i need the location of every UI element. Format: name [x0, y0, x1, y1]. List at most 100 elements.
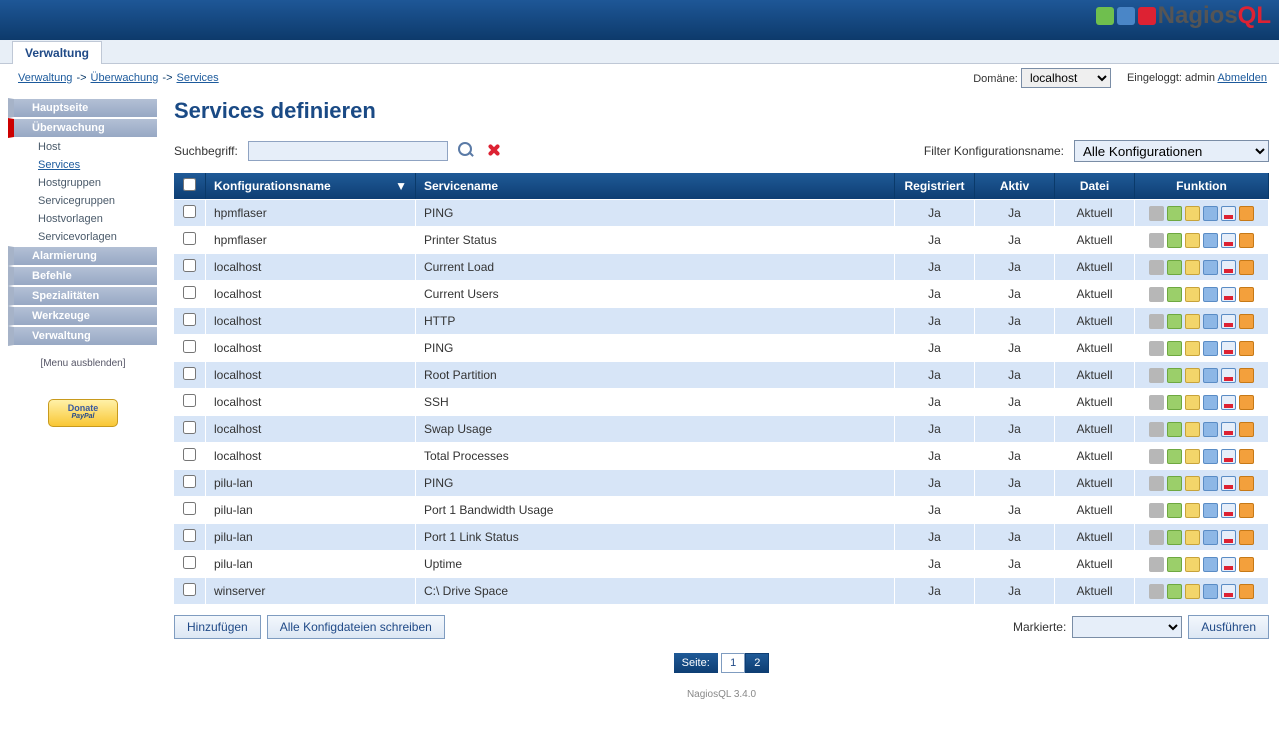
col-file[interactable]: Datei: [1055, 173, 1135, 199]
row-checkbox[interactable]: [183, 502, 196, 515]
copy-icon[interactable]: [1167, 233, 1182, 248]
edit-icon[interactable]: [1149, 584, 1164, 599]
cell-config[interactable]: pilu-lan: [206, 551, 416, 577]
cell-config[interactable]: localhost: [206, 335, 416, 361]
download-icon[interactable]: [1203, 233, 1218, 248]
cell-service[interactable]: Port 1 Link Status: [416, 524, 895, 550]
copy-icon[interactable]: [1167, 449, 1182, 464]
cell-config[interactable]: localhost: [206, 362, 416, 388]
save-icon[interactable]: [1221, 557, 1236, 572]
cell-service[interactable]: C:\ Drive Space: [416, 578, 895, 604]
cell-service[interactable]: PING: [416, 335, 895, 361]
save-icon[interactable]: [1221, 206, 1236, 221]
edit-icon[interactable]: [1149, 422, 1164, 437]
download-icon[interactable]: [1203, 260, 1218, 275]
sidebar-group[interactable]: Spezialitäten: [8, 286, 158, 306]
info-icon[interactable]: [1239, 314, 1254, 329]
filter-config-select[interactable]: Alle Konfigurationen: [1074, 140, 1269, 162]
crumb-1[interactable]: Überwachung: [91, 72, 159, 84]
schedule-icon[interactable]: [1185, 476, 1200, 491]
execute-button[interactable]: Ausführen: [1188, 615, 1269, 639]
cell-config[interactable]: localhost: [206, 308, 416, 334]
info-icon[interactable]: [1239, 449, 1254, 464]
search-input[interactable]: [248, 141, 448, 161]
schedule-icon[interactable]: [1185, 206, 1200, 221]
cell-service[interactable]: SSH: [416, 389, 895, 415]
cell-service[interactable]: Uptime: [416, 551, 895, 577]
cell-config[interactable]: pilu-lan: [206, 524, 416, 550]
save-icon[interactable]: [1221, 287, 1236, 302]
cell-config[interactable]: localhost: [206, 281, 416, 307]
save-icon[interactable]: [1221, 260, 1236, 275]
schedule-icon[interactable]: [1185, 530, 1200, 545]
sidebar-group[interactable]: Verwaltung: [8, 326, 158, 346]
schedule-icon[interactable]: [1185, 503, 1200, 518]
edit-icon[interactable]: [1149, 341, 1164, 356]
schedule-icon[interactable]: [1185, 557, 1200, 572]
edit-icon[interactable]: [1149, 503, 1164, 518]
row-checkbox[interactable]: [183, 340, 196, 353]
col-service[interactable]: Servicename: [416, 173, 895, 199]
page-1[interactable]: 1: [721, 653, 745, 673]
cell-config[interactable]: pilu-lan: [206, 470, 416, 496]
schedule-icon[interactable]: [1185, 341, 1200, 356]
save-icon[interactable]: [1221, 476, 1236, 491]
info-icon[interactable]: [1239, 341, 1254, 356]
sidebar-item[interactable]: Hostgruppen: [8, 174, 158, 192]
edit-icon[interactable]: [1149, 368, 1164, 383]
copy-icon[interactable]: [1167, 422, 1182, 437]
cell-service[interactable]: HTTP: [416, 308, 895, 334]
save-icon[interactable]: [1221, 584, 1236, 599]
row-checkbox[interactable]: [183, 205, 196, 218]
menu-hide-link[interactable]: [Menu ausblenden]: [8, 358, 158, 369]
save-icon[interactable]: [1221, 449, 1236, 464]
sidebar-item[interactable]: Host: [8, 138, 158, 156]
sidebar-item[interactable]: Services: [8, 156, 158, 174]
info-icon[interactable]: [1239, 368, 1254, 383]
cell-service[interactable]: Port 1 Bandwidth Usage: [416, 497, 895, 523]
info-icon[interactable]: [1239, 503, 1254, 518]
copy-icon[interactable]: [1167, 584, 1182, 599]
copy-icon[interactable]: [1167, 368, 1182, 383]
crumb-0[interactable]: Verwaltung: [18, 72, 72, 84]
cell-config[interactable]: hpmflaser: [206, 227, 416, 253]
row-checkbox[interactable]: [183, 583, 196, 596]
download-icon[interactable]: [1203, 368, 1218, 383]
tab-verwaltung[interactable]: Verwaltung: [12, 41, 102, 64]
save-icon[interactable]: [1221, 233, 1236, 248]
search-icon[interactable]: [458, 142, 476, 160]
cell-config[interactable]: localhost: [206, 389, 416, 415]
info-icon[interactable]: [1239, 530, 1254, 545]
write-all-button[interactable]: Alle Konfigdateien schreiben: [267, 615, 445, 639]
edit-icon[interactable]: [1149, 260, 1164, 275]
edit-icon[interactable]: [1149, 233, 1164, 248]
copy-icon[interactable]: [1167, 557, 1182, 572]
schedule-icon[interactable]: [1185, 584, 1200, 599]
sidebar-item[interactable]: Servicegruppen: [8, 192, 158, 210]
info-icon[interactable]: [1239, 260, 1254, 275]
download-icon[interactable]: [1203, 395, 1218, 410]
copy-icon[interactable]: [1167, 476, 1182, 491]
download-icon[interactable]: [1203, 287, 1218, 302]
cell-service[interactable]: Printer Status: [416, 227, 895, 253]
row-checkbox[interactable]: [183, 556, 196, 569]
schedule-icon[interactable]: [1185, 368, 1200, 383]
save-icon[interactable]: [1221, 530, 1236, 545]
copy-icon[interactable]: [1167, 260, 1182, 275]
cell-config[interactable]: pilu-lan: [206, 497, 416, 523]
cell-config[interactable]: localhost: [206, 443, 416, 469]
info-icon[interactable]: [1239, 233, 1254, 248]
copy-icon[interactable]: [1167, 503, 1182, 518]
download-icon[interactable]: [1203, 503, 1218, 518]
sidebar-group[interactable]: Überwachung: [8, 118, 158, 138]
col-config[interactable]: Konfigurationsname▼: [206, 173, 416, 199]
row-checkbox[interactable]: [183, 394, 196, 407]
sidebar-group[interactable]: Werkzeuge: [8, 306, 158, 326]
download-icon[interactable]: [1203, 206, 1218, 221]
download-icon[interactable]: [1203, 476, 1218, 491]
cell-service[interactable]: Current Load: [416, 254, 895, 280]
save-icon[interactable]: [1221, 341, 1236, 356]
cell-service[interactable]: Total Processes: [416, 443, 895, 469]
cell-service[interactable]: Swap Usage: [416, 416, 895, 442]
schedule-icon[interactable]: [1185, 449, 1200, 464]
